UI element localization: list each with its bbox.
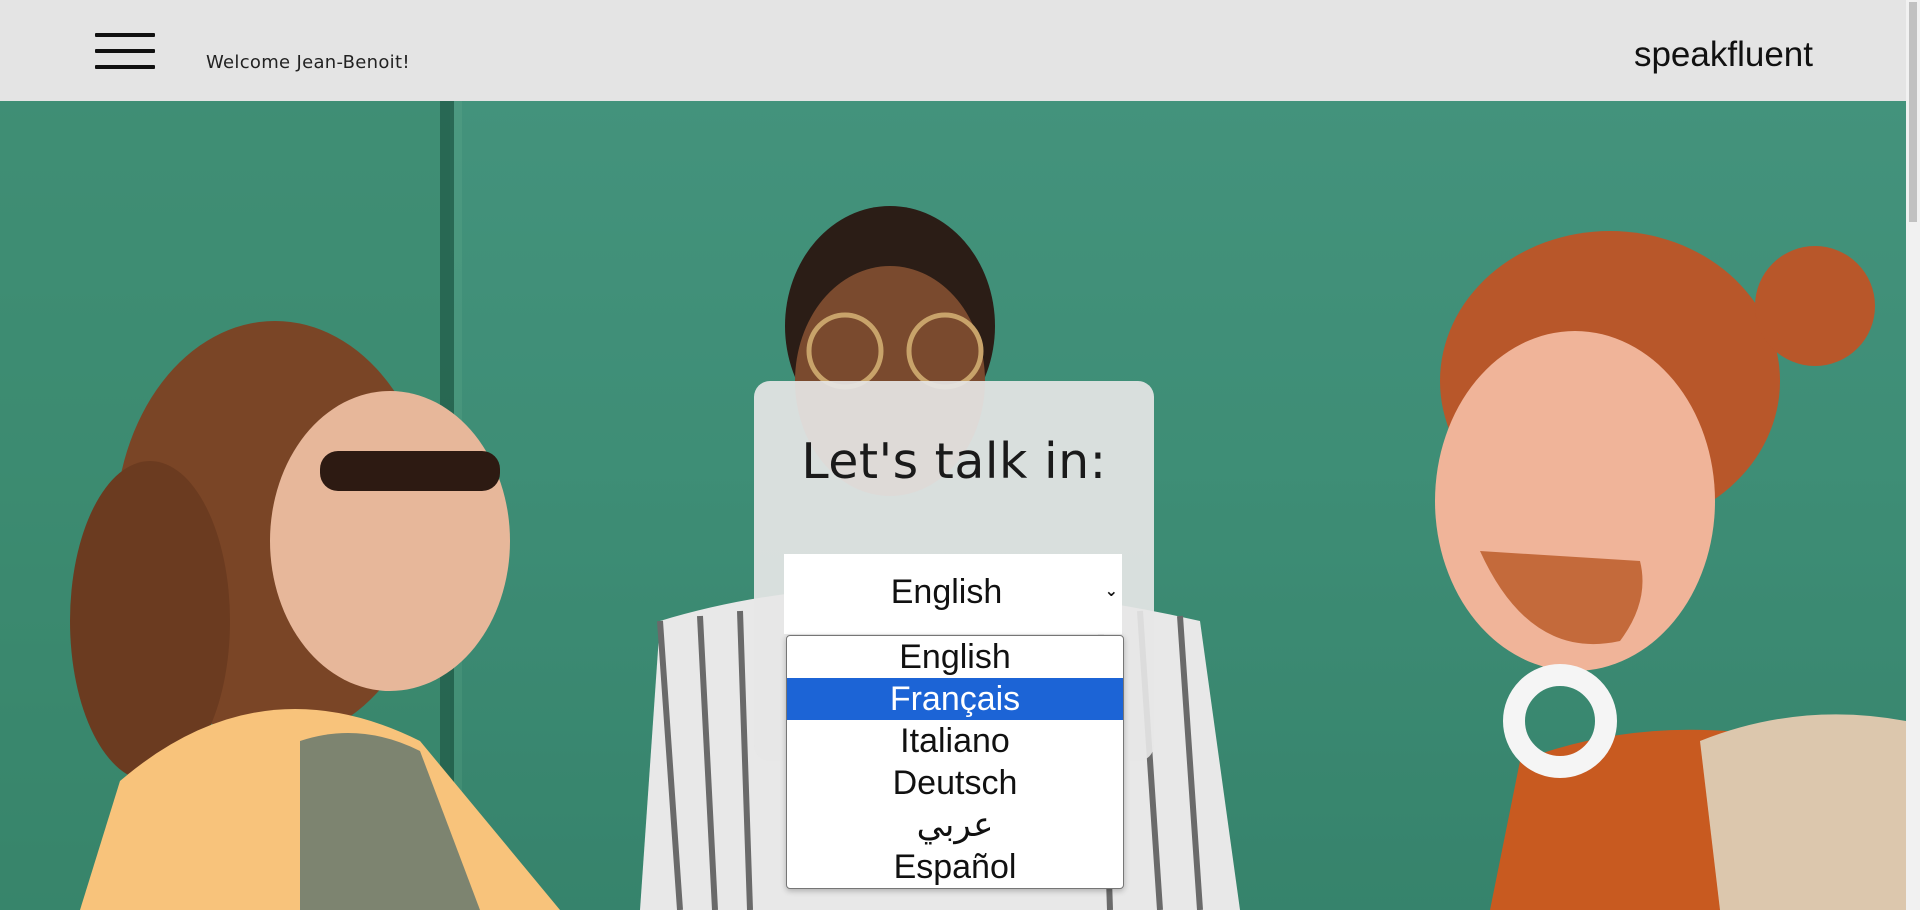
select-value: English [890, 573, 1003, 611]
page-scrollbar[interactable] [1906, 0, 1920, 910]
hamburger-line [95, 49, 155, 53]
language-select[interactable]: English ⌄ [784, 554, 1122, 634]
option-english[interactable]: English [787, 636, 1123, 678]
chevron-down-icon: ⌄ [1104, 581, 1118, 600]
option-italiano[interactable]: Italiano [787, 720, 1123, 762]
welcome-message: Welcome Jean-Benoit! [206, 52, 410, 73]
option-espanol[interactable]: Español [787, 846, 1123, 888]
scrollbar-thumb[interactable] [1909, 2, 1917, 222]
hamburger-line [95, 33, 155, 37]
language-dropdown-list: English Français Italiano Deutsch عربي E… [786, 635, 1124, 889]
option-francais[interactable]: Français [787, 678, 1123, 720]
option-arabic[interactable]: عربي [787, 804, 1123, 846]
top-header: Welcome Jean-Benoit! speakfluent [0, 0, 1906, 101]
hamburger-line [95, 65, 155, 69]
card-title: Let's talk in: [801, 433, 1107, 490]
brand-logo[interactable]: speakfluent [1634, 35, 1813, 75]
option-deutsch[interactable]: Deutsch [787, 762, 1123, 804]
hamburger-menu-icon[interactable] [95, 33, 155, 71]
